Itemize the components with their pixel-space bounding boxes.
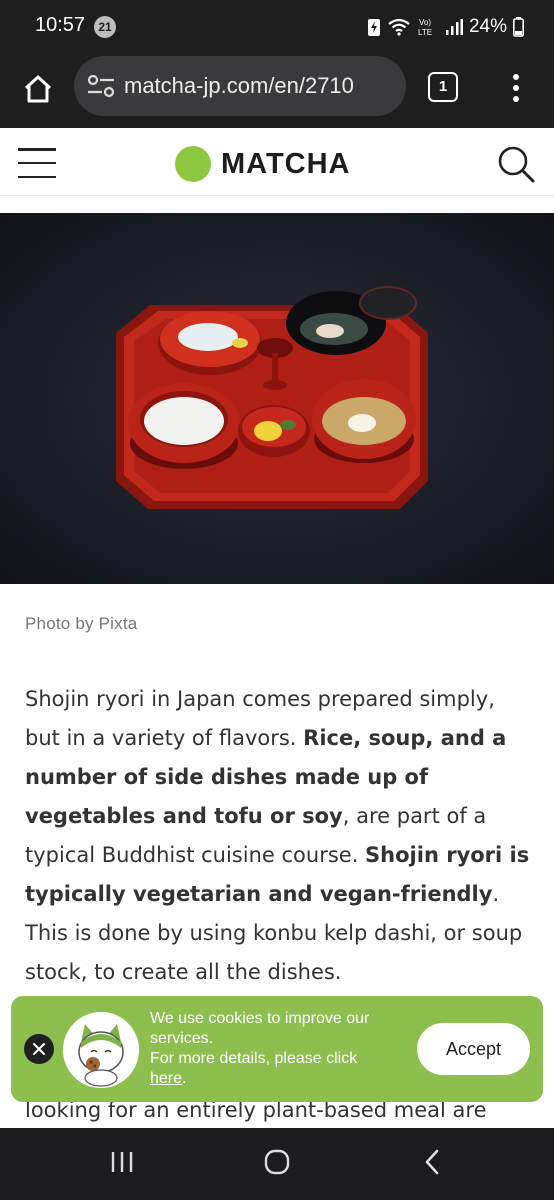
- svg-text:Vo): Vo): [419, 18, 431, 27]
- notification-count-badge: 21: [94, 16, 116, 38]
- cookie-message: We use cookies to improve our services. …: [150, 1009, 400, 1089]
- battery-icon: [513, 17, 524, 37]
- cookie-link-suffix: .: [182, 1070, 187, 1087]
- close-icon: [33, 1043, 45, 1055]
- wifi-icon: [388, 18, 410, 36]
- tabs-button[interactable]: 1: [428, 72, 458, 102]
- status-indicators: Vo) LTE 24%: [367, 14, 524, 40]
- system-navigation-bar: [0, 1128, 554, 1200]
- cookie-message-line1: We use cookies to improve our services.: [150, 1010, 370, 1047]
- cookie-message-line2: For more details, please click: [150, 1050, 358, 1067]
- article-hero-image: [0, 213, 554, 584]
- status-time: 10:57: [35, 14, 86, 36]
- close-button[interactable]: [24, 1034, 54, 1064]
- cookie-banner: We use cookies to improve our services. …: [11, 996, 543, 1102]
- nav-home-icon: [264, 1149, 290, 1175]
- url-text[interactable]: matcha-jp.com/en/2710: [124, 73, 354, 99]
- browser-toolbar: matcha-jp.com/en/2710 1: [0, 54, 554, 128]
- article-paragraph: Shojin ryori in Japan comes prepared sim…: [25, 680, 535, 992]
- status-bar: 10:57 21 Vo) LTE 24%: [0, 0, 554, 54]
- cookie-details-link[interactable]: here: [150, 1070, 182, 1087]
- data-saver-icon: [367, 19, 380, 36]
- signal-icon: [445, 19, 463, 35]
- home-icon: [24, 75, 52, 103]
- recents-icon: [111, 1152, 133, 1172]
- home-button[interactable]: [18, 69, 58, 109]
- svg-text:LTE: LTE: [418, 28, 432, 37]
- accept-button[interactable]: Accept: [417, 1023, 530, 1075]
- nav-home-button[interactable]: [257, 1146, 297, 1178]
- logo-text: MATCHA: [221, 147, 351, 180]
- battery-percent: 24%: [468, 16, 507, 37]
- site-logo[interactable]: MATCHA: [175, 146, 351, 182]
- photo-caption: Photo by Pixta: [25, 614, 138, 633]
- mascot-avatar: [63, 1012, 139, 1088]
- recents-button[interactable]: [102, 1146, 142, 1178]
- logo-dot: [175, 146, 211, 182]
- address-bar[interactable]: matcha-jp.com/en/2710: [74, 56, 406, 116]
- site-header: MATCHA: [0, 128, 554, 196]
- search-icon[interactable]: [496, 144, 536, 184]
- tune-icon[interactable]: [86, 73, 116, 99]
- back-button[interactable]: [412, 1146, 452, 1178]
- more-vert-icon[interactable]: [506, 68, 526, 108]
- menu-icon[interactable]: [18, 146, 56, 180]
- volte-icon: Vo)LTE: [418, 18, 432, 37]
- back-icon: [425, 1149, 439, 1175]
